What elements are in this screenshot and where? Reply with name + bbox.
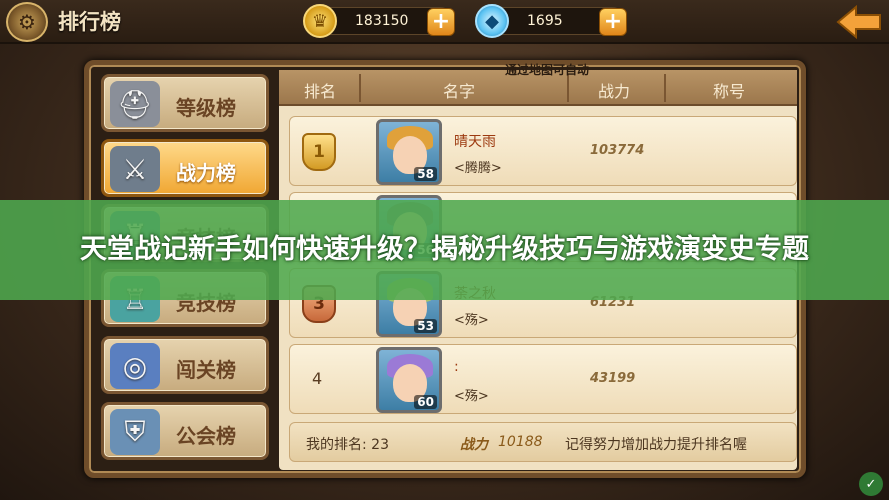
top-bar: ⚙ 排行榜 ♛ 183150 + ◆ 1695 + [0,0,889,44]
guild-shield-icon: ⛨ [110,409,160,455]
avatar[interactable]: 60 [376,347,442,413]
article-banner: 天堂战记新手如何快速升级？揭秘升级技巧与游戏演变史专题 [0,200,889,300]
player-name: : [454,359,459,375]
diamond-icon: ◆ [475,4,509,38]
auto-path-tooltip: 通过地图可自动 [505,63,590,77]
tab-power[interactable]: ⚔ 战力榜 [101,139,269,197]
tab-guild[interactable]: ⛨ 公会榜 [101,402,269,460]
header-rank: 排名 [303,82,336,101]
my-rank-label: 我的排名: 23 [306,437,389,453]
player-guild: <腾腾> [454,161,502,176]
gem-counter: ◆ 1695 + [475,4,627,38]
level-badge: 53 [414,319,437,333]
my-power-value: 10188 [498,434,543,450]
header-name: 名字 [442,82,475,101]
player-guild: <殇> [454,313,489,328]
header-power: 战力 [597,82,630,101]
player-guild: <殇> [454,389,489,404]
level-badge: 60 [414,395,437,409]
page-title: 排行榜 [58,10,121,34]
crossed-swords-icon: ⚔ [110,146,160,192]
gem-value: 1695 [527,13,563,29]
add-gold-button[interactable]: + [427,8,455,36]
header-divider [359,74,361,102]
header-divider [567,74,569,102]
gold-counter: ♛ 183150 + [303,4,455,38]
gold-medal-icon: 1 [302,133,336,171]
settings-gear-icon[interactable]: ⚙ [6,2,48,42]
my-rank-bar: 我的排名: 23 战力 10188 记得努力增加战力提升排名喔 [289,422,797,462]
avatar[interactable]: 58 [376,119,442,185]
rank-hint: 记得努力增加战力提升排名喔 [565,437,747,453]
header-title: 称号 [712,82,745,101]
gold-coin-icon: ♛ [303,4,337,38]
portal-icon: ◎ [110,343,160,389]
back-arrow-icon[interactable] [835,4,883,40]
table-row[interactable]: 4 60 : <殇> 43199 [289,344,797,414]
level-badge: 58 [414,167,437,181]
tab-label: 等级榜 [176,96,236,120]
tab-label: 公会榜 [176,424,236,448]
banner-title: 天堂战记新手如何快速升级？揭秘升级技巧与游戏演变史专题 [80,234,809,265]
player-power: 43199 [590,371,636,386]
tab-label: 闯关榜 [176,358,236,382]
header-divider [664,74,666,102]
my-power-label: 战力 [460,437,488,453]
player-power: 103774 [590,143,645,158]
add-gem-button[interactable]: + [599,8,627,36]
watermark-logo-icon: ✓ [859,472,883,496]
table-row[interactable]: 1 58 晴天雨 <腾腾> 103774 [289,116,797,186]
helmet-icon: ⛑ [110,81,160,127]
rank-number: 4 [312,369,323,388]
tab-stage[interactable]: ◎ 闯关榜 [101,336,269,394]
player-name: 晴天雨 [454,134,496,150]
tab-level[interactable]: ⛑ 等级榜 [101,74,269,132]
tab-label: 战力榜 [176,161,236,185]
gold-value: 183150 [355,13,409,29]
